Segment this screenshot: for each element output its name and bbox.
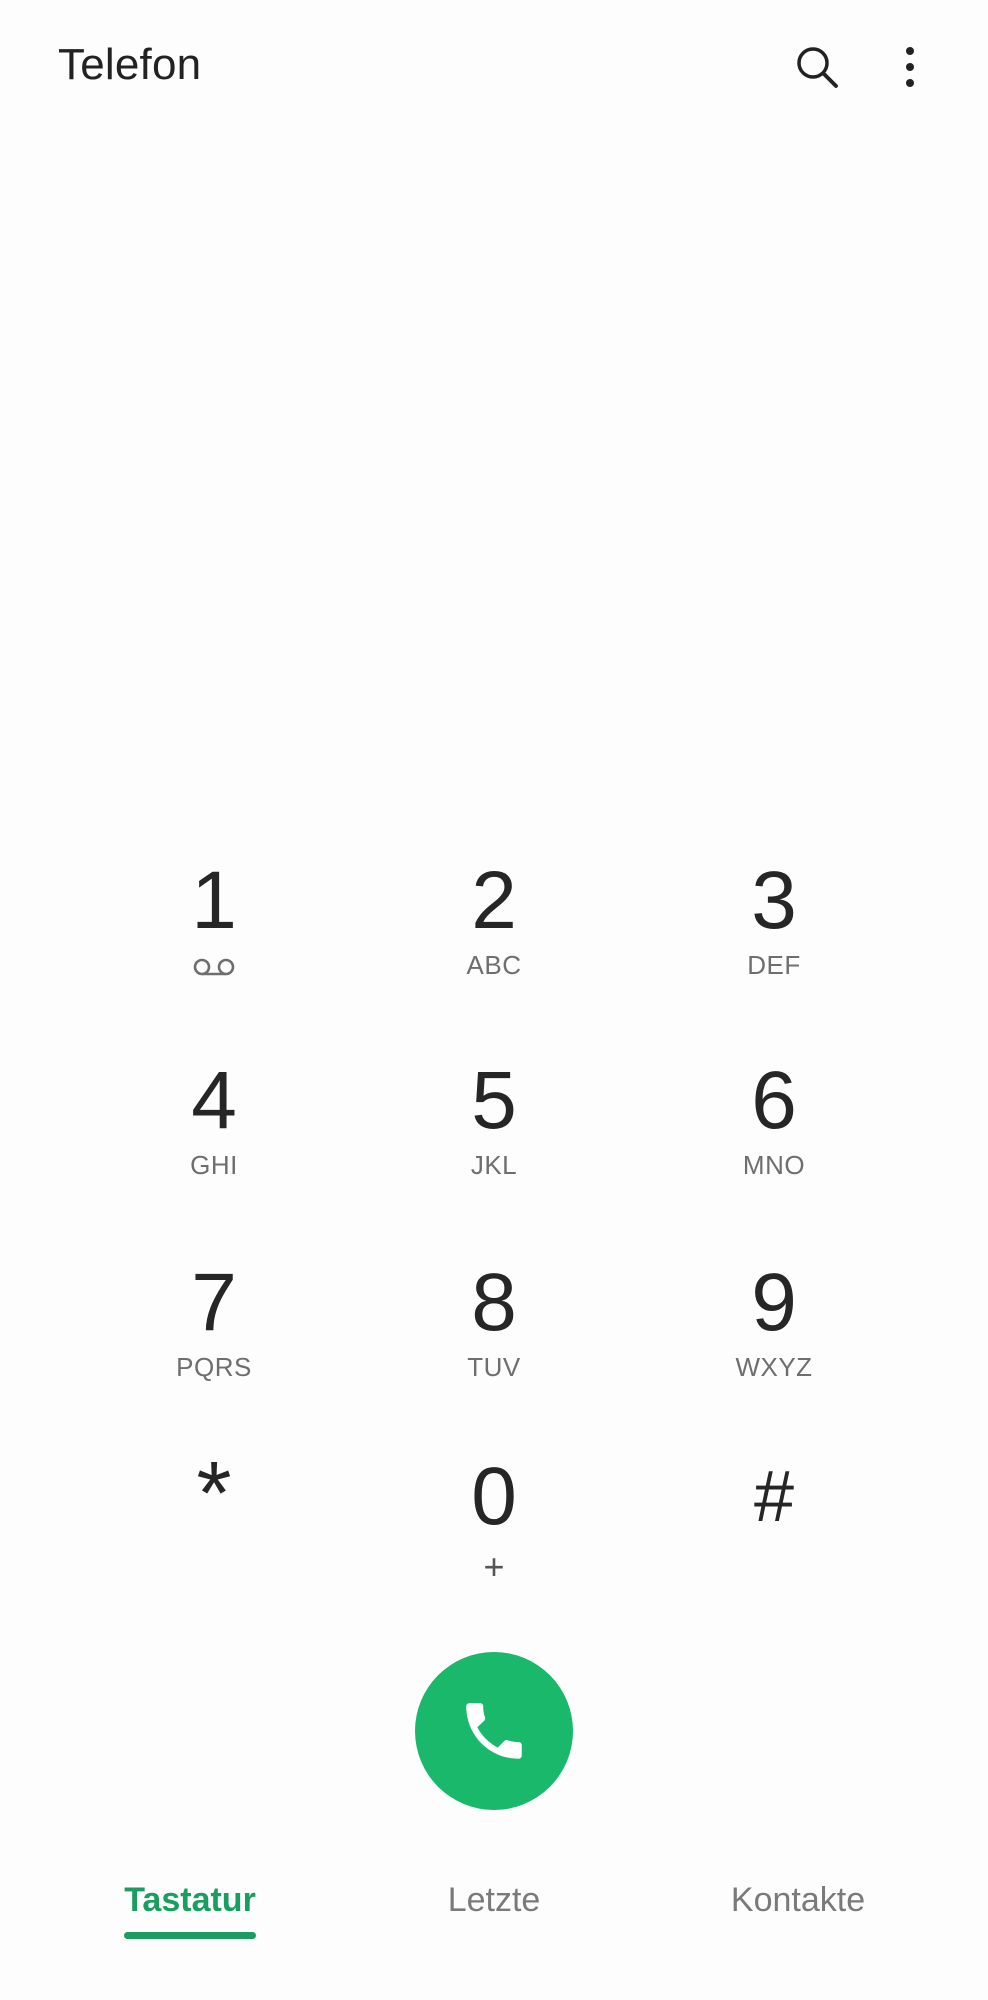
bottom-navigation: Tastatur Letzte Kontakte xyxy=(0,1880,988,1970)
voicemail-icon xyxy=(193,958,235,976)
search-button[interactable] xyxy=(782,32,852,102)
key-0[interactable]: 0 + xyxy=(384,1426,604,1606)
key-1[interactable]: 1 xyxy=(104,830,324,1010)
phone-icon xyxy=(466,1703,522,1759)
key-letters: GHI xyxy=(190,1150,238,1180)
key-letters: PQRS xyxy=(176,1352,252,1382)
key-letters: WXYZ xyxy=(735,1352,813,1382)
tab-label: Tastatur xyxy=(124,1881,256,1919)
key-digit: * xyxy=(196,1444,232,1544)
key-8[interactable]: 8 TUV xyxy=(384,1232,604,1412)
tab-label: Kontakte xyxy=(730,1881,866,1919)
more-options-button[interactable] xyxy=(875,32,945,102)
dialer-screen: Telefon 1 2 ABC 3 DEF 4 GHI 5 JKL 6 MNO … xyxy=(0,0,988,2000)
key-letters: DEF xyxy=(747,950,801,980)
key-digit: 1 xyxy=(191,855,237,946)
key-9[interactable]: 9 WXYZ xyxy=(664,1232,884,1412)
key-letters: TUV xyxy=(467,1352,521,1382)
key-3[interactable]: 3 DEF xyxy=(664,830,884,1010)
key-digit: 0 xyxy=(471,1451,517,1542)
key-digit: 8 xyxy=(471,1257,517,1348)
key-7[interactable]: 7 PQRS xyxy=(104,1232,324,1412)
tab-recents[interactable]: Letzte xyxy=(424,1880,564,1960)
key-hash[interactable]: # xyxy=(664,1426,884,1606)
key-star[interactable]: * xyxy=(104,1426,324,1606)
search-icon xyxy=(797,47,838,88)
key-letters: MNO xyxy=(742,1150,806,1180)
key-5[interactable]: 5 JKL xyxy=(384,1030,604,1210)
call-button[interactable] xyxy=(415,1652,573,1810)
key-digit: 7 xyxy=(191,1257,237,1348)
key-digit: 3 xyxy=(751,855,797,946)
key-digit: 6 xyxy=(751,1055,797,1146)
key-digit: 5 xyxy=(471,1055,517,1146)
key-digit: 9 xyxy=(751,1257,797,1348)
tab-contacts[interactable]: Kontakte xyxy=(718,1880,878,1960)
key-digit: # xyxy=(753,1457,795,1537)
key-digit: 2 xyxy=(471,855,517,946)
key-letters: ABC xyxy=(466,950,522,980)
key-letters: JKL xyxy=(470,1150,518,1180)
app-header: Telefon xyxy=(0,0,988,140)
tab-keypad[interactable]: Tastatur xyxy=(118,1880,262,1960)
page-title: Telefon xyxy=(58,40,202,89)
active-tab-indicator xyxy=(124,1932,256,1939)
key-4[interactable]: 4 GHI xyxy=(104,1030,324,1210)
more-vert-icon xyxy=(906,47,914,87)
tab-label: Letzte xyxy=(447,1881,541,1919)
key-plus-label: + xyxy=(483,1546,505,1587)
key-digit: 4 xyxy=(191,1055,237,1146)
key-6[interactable]: 6 MNO xyxy=(664,1030,884,1210)
key-2[interactable]: 2 ABC xyxy=(384,830,604,1010)
